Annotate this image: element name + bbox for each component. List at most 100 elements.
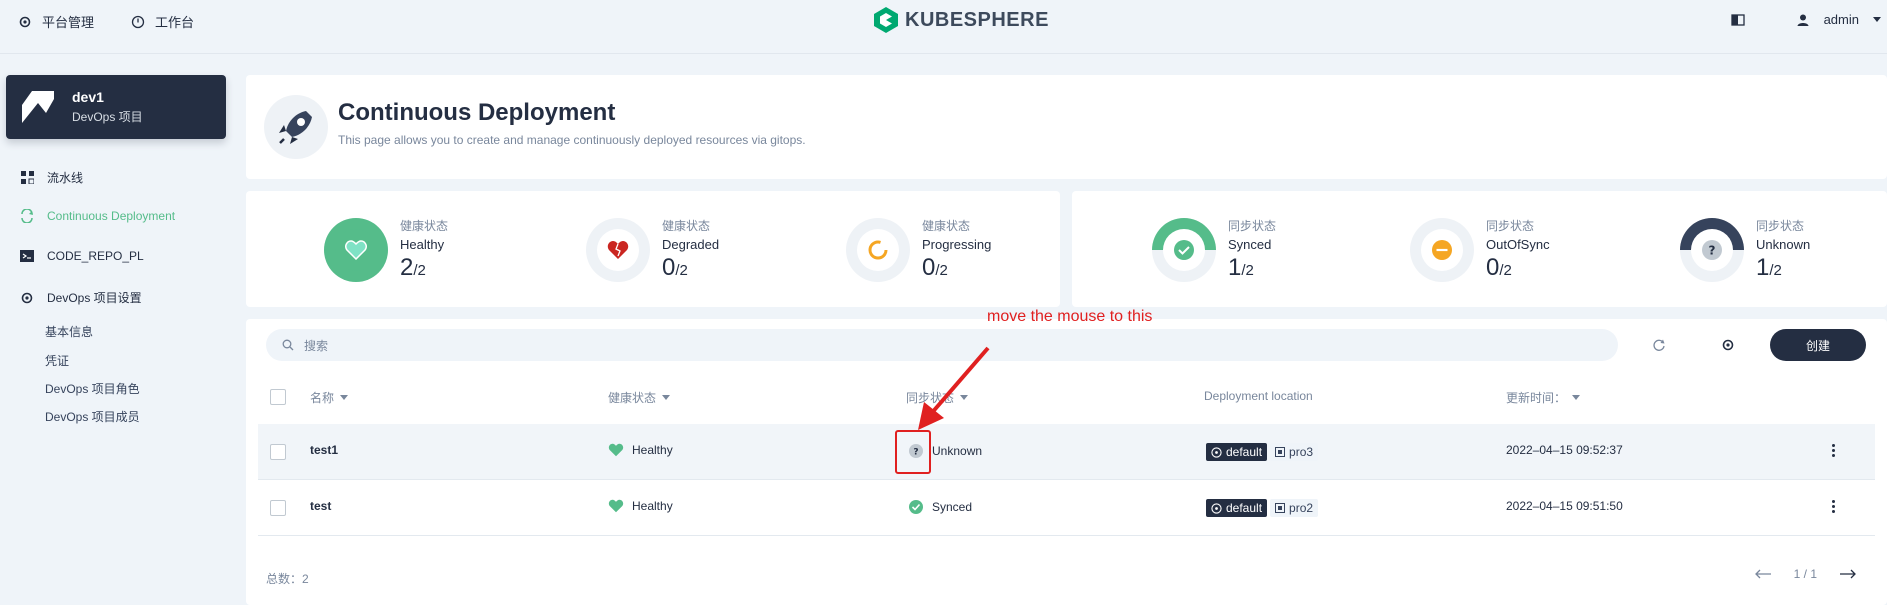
degraded-ring bbox=[586, 217, 650, 282]
row-health-label: Healthy bbox=[632, 499, 673, 513]
stat-total: /2 bbox=[1241, 262, 1254, 279]
stat-status: OutOfSync bbox=[1486, 237, 1550, 252]
column-label: 健康状态 bbox=[608, 391, 657, 405]
row-updated: 2022–04–15 09:51:50 bbox=[1506, 499, 1623, 513]
stat-degraded: 健康状态 Degraded 0/2 bbox=[586, 217, 719, 282]
stat-label: 同步状态 bbox=[1756, 219, 1805, 233]
sidebar-sub-roles[interactable]: DevOps 项目角色 bbox=[45, 380, 140, 397]
create-button[interactable]: 创建 bbox=[1770, 329, 1866, 361]
stat-count: 0 bbox=[1486, 254, 1500, 281]
row-health-label: Healthy bbox=[632, 443, 673, 457]
stat-count: 2 bbox=[400, 254, 414, 281]
heart-icon bbox=[608, 499, 624, 513]
broken-heart-icon bbox=[607, 240, 629, 259]
project-card[interactable]: dev1 DevOps 项目 bbox=[6, 75, 226, 139]
namespace-icon bbox=[1275, 503, 1286, 513]
table-row[interactable]: test Healthy Synced default pro2 2022–04… bbox=[258, 480, 1875, 536]
stat-label: 同步状态 bbox=[1486, 219, 1535, 233]
nav-platform-management[interactable]: 平台管理 bbox=[18, 12, 94, 31]
check-circle-icon bbox=[909, 500, 923, 514]
terminal-icon bbox=[20, 249, 34, 263]
table-row[interactable]: test1 Healthy ? Unknown default pro3 202… bbox=[258, 424, 1875, 480]
row-updated: 2022–04–15 09:52:37 bbox=[1506, 443, 1623, 457]
nav-workbench[interactable]: 工作台 bbox=[131, 12, 194, 31]
more-icon[interactable] bbox=[1832, 500, 1835, 513]
heart-icon bbox=[608, 443, 624, 457]
row-location: default pro2 bbox=[1206, 499, 1319, 517]
logo-text: KUBESPHERE bbox=[905, 8, 1049, 31]
row-checkbox[interactable] bbox=[270, 500, 286, 516]
sidebar-sub-members[interactable]: DevOps 项目成员 bbox=[45, 408, 140, 425]
nav-workbench-label: 工作台 bbox=[155, 15, 195, 30]
stat-status: Synced bbox=[1228, 237, 1272, 252]
unknown-ring: ? bbox=[1680, 217, 1744, 282]
more-icon[interactable] bbox=[1832, 444, 1835, 457]
chevron-down-icon[interactable] bbox=[1873, 17, 1881, 22]
nav-platform-label: 平台管理 bbox=[42, 15, 95, 30]
stat-total: /2 bbox=[1769, 262, 1782, 279]
outofsync-ring bbox=[1410, 217, 1474, 282]
column-updated[interactable]: 更新时间： bbox=[1506, 389, 1581, 406]
stat-status: Unknown bbox=[1756, 237, 1811, 252]
stat-count: 0 bbox=[662, 254, 676, 281]
sidebar-item-pipelines[interactable]: 流水线 bbox=[20, 169, 83, 186]
stat-synced: 同步状态 Synced 1/2 bbox=[1152, 217, 1276, 282]
stat-status: Degraded bbox=[662, 237, 720, 252]
heart-icon bbox=[345, 239, 367, 260]
settings-gear-icon[interactable] bbox=[1720, 337, 1736, 353]
select-all-checkbox[interactable] bbox=[270, 389, 286, 405]
sidebar-item-label: CODE_REPO_PL bbox=[47, 249, 144, 263]
health-stats-card: 健康状态 Healthy 2/2 健康状态 Degraded 0/2 健康状态 … bbox=[246, 191, 1060, 307]
cluster-badge: default bbox=[1206, 443, 1268, 461]
synced-ring bbox=[1152, 217, 1216, 282]
stat-label: 健康状态 bbox=[922, 219, 971, 233]
project-type: DevOps 项目 bbox=[72, 110, 143, 124]
arrow-left-icon[interactable] bbox=[1754, 569, 1772, 579]
svg-text:?: ? bbox=[1709, 243, 1716, 257]
stat-total: /2 bbox=[413, 262, 426, 279]
sidebar-item-continuous-deployment[interactable]: Continuous Deployment bbox=[20, 209, 175, 223]
stat-count: 1 bbox=[1228, 254, 1242, 281]
stat-count: 0 bbox=[922, 254, 936, 281]
progress-icon bbox=[868, 240, 888, 259]
row-health: Healthy bbox=[608, 443, 673, 457]
arrow-right-icon[interactable] bbox=[1839, 569, 1857, 579]
kubesphere-logo-icon bbox=[874, 7, 898, 33]
user-icon bbox=[1796, 13, 1810, 27]
row-checkbox[interactable] bbox=[270, 444, 286, 460]
sidebar-sub-credentials[interactable]: 凭证 bbox=[45, 352, 69, 369]
column-health[interactable]: 健康状态 bbox=[608, 389, 671, 406]
rocket-icon bbox=[264, 95, 328, 159]
row-sync-label: Synced bbox=[932, 500, 973, 514]
dashboard-icon bbox=[131, 15, 145, 29]
search-placeholder: 搜索 bbox=[304, 338, 329, 353]
namespace-name: pro3 bbox=[1289, 445, 1314, 459]
docs-icon[interactable] bbox=[1730, 13, 1746, 27]
sidebar-item-devops-settings[interactable]: DevOps 项目设置 bbox=[20, 289, 142, 306]
page-indicator: 1 / 1 bbox=[1793, 567, 1817, 581]
gear-icon bbox=[18, 15, 32, 29]
column-label: 更新时间： bbox=[1506, 391, 1567, 405]
sync-icon bbox=[20, 209, 34, 223]
row-name[interactable]: test bbox=[310, 499, 331, 513]
top-bar: 平台管理 工作台 KUBESPHERE admin bbox=[0, 0, 1887, 54]
row-location: default pro3 bbox=[1206, 443, 1319, 461]
namespace-badge: pro2 bbox=[1270, 499, 1319, 517]
caret-down-icon bbox=[340, 395, 349, 400]
sidebar-item-code-repo[interactable]: CODE_REPO_PL bbox=[20, 249, 144, 263]
project-name: dev1 bbox=[72, 89, 104, 105]
stat-outofsync: 同步状态 OutOfSync 0/2 bbox=[1410, 217, 1550, 282]
total-count: 总数：2 bbox=[266, 572, 309, 586]
column-name[interactable]: 名称 bbox=[310, 389, 349, 406]
sidebar-sub-basic-info[interactable]: 基本信息 bbox=[45, 323, 93, 340]
refresh-icon[interactable] bbox=[1651, 337, 1667, 353]
cluster-icon bbox=[1211, 446, 1222, 458]
kubesphere-logo[interactable]: KUBESPHERE bbox=[873, 6, 1049, 34]
row-name[interactable]: test1 bbox=[310, 443, 338, 457]
user-menu[interactable]: admin bbox=[1824, 12, 1859, 27]
pipeline-icon bbox=[20, 171, 34, 185]
sidebar-item-label: 流水线 bbox=[47, 171, 84, 185]
annotation-arrow-icon bbox=[918, 346, 990, 430]
cluster-badge: default bbox=[1206, 499, 1268, 517]
sync-stats-card: 同步状态 Synced 1/2 同步状态 OutOfSync 0/2 ? 同步状… bbox=[1072, 191, 1887, 307]
